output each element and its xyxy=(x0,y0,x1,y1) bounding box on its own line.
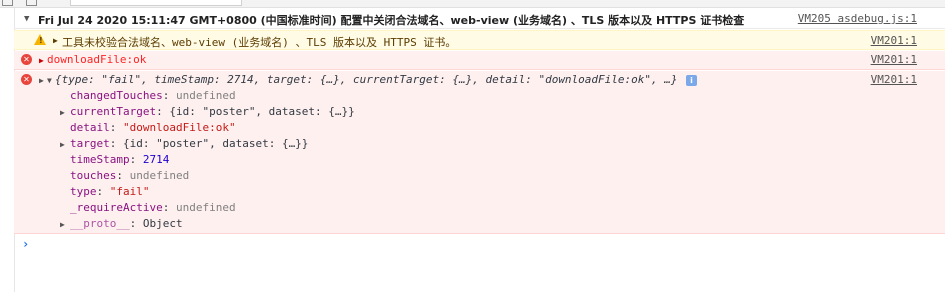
object-property: changedTouches: undefined xyxy=(70,89,236,102)
property-key: type xyxy=(70,185,97,198)
error-icon: ✕ xyxy=(21,74,32,85)
property-key: _requireActive xyxy=(70,201,163,214)
clear-console-icon[interactable] xyxy=(26,0,37,6)
object-property: detail: "downloadFile:ok" xyxy=(70,121,236,134)
error-message: downloadFile:ok xyxy=(47,53,147,66)
object-property: _requireActive: undefined xyxy=(70,201,236,214)
console-toolbar xyxy=(0,0,945,8)
property-value: undefined xyxy=(175,89,236,102)
console-gutter xyxy=(0,8,15,292)
expand-triangle-icon[interactable]: ▼ xyxy=(24,14,29,24)
console-prompt-icon[interactable]: › xyxy=(22,237,29,251)
property-value: 2714 xyxy=(142,153,170,166)
console-error-row: ✕ ▶ downloadFile:ok VM201:1 xyxy=(14,51,945,70)
property-key: timeStamp xyxy=(70,153,130,166)
console-warning-row: ! ▶ 工具未校验合法域名、web-view (业务域名) 、TLS 版本以及 … xyxy=(14,30,945,50)
property-key: detail xyxy=(70,121,110,134)
property-value: undefined xyxy=(129,169,190,182)
property-value: "fail" xyxy=(109,185,150,198)
filter-input[interactable] xyxy=(70,0,242,6)
console-group-header[interactable]: ▼ Fri Jul 24 2020 15:11:47 GMT+0800 (中国标… xyxy=(14,9,945,29)
property-key: target xyxy=(70,137,110,150)
object-property: type: "fail" xyxy=(70,185,150,198)
property-key: __proto__ xyxy=(70,217,130,230)
warning-message: 工具未校验合法域名、web-view (业务域名) 、TLS 版本以及 HTTP… xyxy=(62,36,457,49)
collapse-triangle-icon[interactable]: ▼ xyxy=(47,76,52,85)
sidebar-toggle-icon[interactable] xyxy=(2,0,13,6)
source-link[interactable]: VM205 asdebug.js:1 xyxy=(798,12,917,25)
property-value: undefined xyxy=(175,201,236,214)
property-value: {id: "poster", dataset: {…}} xyxy=(123,137,309,150)
object-summary[interactable]: {type: "fail", timeStamp: 2714, target: … xyxy=(55,73,678,86)
property-value: Object xyxy=(142,217,183,230)
property-key: currentTarget xyxy=(70,105,157,118)
expand-triangle-icon[interactable]: ▶ xyxy=(60,220,65,229)
expand-triangle-icon[interactable]: ▶ xyxy=(60,140,65,149)
source-link[interactable]: VM201:1 xyxy=(871,73,917,86)
source-link[interactable]: VM201:1 xyxy=(871,34,917,47)
object-property: timeStamp: 2714 xyxy=(70,153,170,166)
expand-triangle-icon[interactable]: ▶ xyxy=(39,56,44,65)
property-value: {id: "poster", dataset: {…}} xyxy=(169,105,355,118)
expand-triangle-icon[interactable]: ▶ xyxy=(60,108,65,117)
info-icon[interactable]: i xyxy=(686,75,697,86)
property-key: changedTouches xyxy=(70,89,163,102)
console-error-object-row: ✕ ▶ ▼ {type: "fail", timeStamp: 2714, ta… xyxy=(14,71,945,234)
expand-triangle-icon[interactable]: ▶ xyxy=(39,76,44,85)
source-link[interactable]: VM201:1 xyxy=(871,53,917,66)
expand-triangle-icon[interactable]: ▶ xyxy=(53,36,58,45)
object-property: touches: undefined xyxy=(70,169,190,182)
object-property[interactable]: ▶ currentTarget: {id: "poster", dataset:… xyxy=(60,105,355,118)
property-value: "downloadFile:ok" xyxy=(123,121,236,134)
object-property[interactable]: ▶ target: {id: "poster", dataset: {…}} xyxy=(60,137,309,150)
object-property[interactable]: ▶ __proto__: Object xyxy=(60,217,183,230)
group-title: Fri Jul 24 2020 15:11:47 GMT+0800 (中国标准时… xyxy=(38,14,745,27)
property-key: touches xyxy=(70,169,117,182)
error-icon: ✕ xyxy=(21,54,32,65)
warning-icon: ! xyxy=(34,34,46,45)
